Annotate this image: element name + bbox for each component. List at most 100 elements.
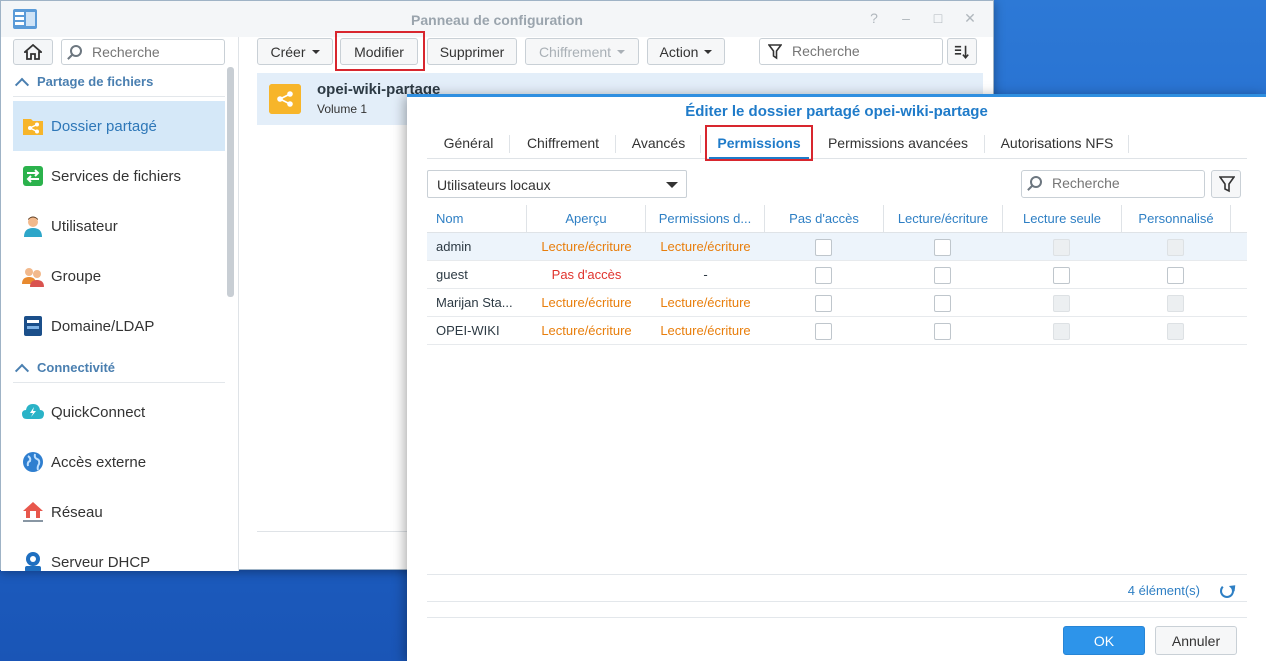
caret-down-icon [617, 49, 626, 54]
create-label: Créer [270, 43, 306, 60]
divider [427, 574, 1247, 575]
table-row[interactable]: OPEI-WIKI Lecture/écriture Lecture/écrit… [427, 317, 1247, 345]
cell-group-permission: Lecture/écriture [660, 239, 751, 254]
column-header-custom[interactable]: Personnalisé [1122, 205, 1231, 233]
checkbox-read-only[interactable] [1053, 323, 1070, 340]
sidebar-item-user[interactable]: Utilisateur [13, 201, 225, 251]
help-icon[interactable]: ? [867, 10, 881, 27]
checkbox-custom[interactable] [1167, 295, 1184, 312]
section-file-sharing[interactable]: Partage de fichiers [13, 67, 225, 97]
table-row[interactable]: admin Lecture/écriture Lecture/écriture [427, 233, 1247, 261]
user-icon [24, 216, 42, 237]
table-header: Nom Aperçu Permissions d... Pas d'accès … [427, 205, 1247, 233]
tab-encryption[interactable]: Chiffrement [510, 127, 616, 159]
cell-name: guest [436, 267, 468, 282]
sidebar-item-group[interactable]: Groupe [13, 251, 225, 301]
close-icon[interactable]: ✕ [963, 10, 977, 27]
column-header-read-write[interactable]: Lecture/écriture [884, 205, 1003, 233]
sidebar-search-input[interactable] [90, 43, 210, 61]
chevron-up-icon [14, 77, 30, 92]
sidebar-item-quickconnect[interactable]: QuickConnect [13, 387, 225, 437]
tab-nfs-permissions[interactable]: Autorisations NFS [985, 127, 1129, 159]
sidebar-scrollbar[interactable] [227, 67, 234, 297]
column-header-read-only[interactable]: Lecture seule [1003, 205, 1122, 233]
filter-button[interactable] [1211, 170, 1241, 198]
delete-label: Supprimer [439, 43, 505, 60]
domain-ldap-icon [24, 316, 42, 336]
user-scope-value: Utilisateurs locaux [437, 177, 551, 193]
sidebar-item-label: Utilisateur [51, 217, 118, 235]
tab-advanced-permissions[interactable]: Permissions avancées [811, 127, 985, 159]
window-title: Panneau de configuration [411, 12, 583, 28]
checkbox-read-write[interactable] [934, 267, 951, 284]
sidebar-item-file-services[interactable]: Services de fichiers [13, 151, 225, 201]
item-count: 4 élément(s) [1127, 583, 1200, 598]
checkbox-read-write[interactable] [934, 239, 951, 256]
create-button[interactable]: Créer [257, 38, 333, 65]
checkbox-custom[interactable] [1167, 267, 1184, 284]
home-button[interactable] [13, 39, 53, 65]
filter-icon [1219, 176, 1235, 193]
cell-preview: Lecture/écriture [541, 295, 632, 310]
divider [427, 617, 1247, 618]
cell-group-permission: - [703, 267, 708, 282]
checkbox-read-write[interactable] [934, 323, 951, 340]
checkbox-no-access[interactable] [815, 239, 832, 256]
action-label: Action [659, 43, 699, 60]
sidebar-item-domain-ldap[interactable]: Domaine/LDAP [13, 301, 225, 351]
column-header-no-access[interactable]: Pas d'accès [765, 205, 884, 233]
delete-button[interactable]: Supprimer [427, 38, 517, 65]
action-button[interactable]: Action [647, 38, 725, 65]
checkbox-read-only[interactable] [1053, 267, 1070, 284]
share-search-input[interactable] [790, 42, 910, 60]
sidebar-item-external-access[interactable]: Accès externe [13, 437, 225, 487]
divider [427, 601, 1247, 602]
cell-name: Marijan Sta... [436, 295, 513, 310]
section-connectivity[interactable]: Connectivité [13, 353, 225, 383]
sidebar-item-network[interactable]: Réseau [13, 487, 225, 537]
checkbox-no-access[interactable] [815, 323, 832, 340]
table-row[interactable]: Marijan Sta... Lecture/écriture Lecture/… [427, 289, 1247, 317]
checkbox-no-access[interactable] [815, 295, 832, 312]
group-icon [22, 268, 44, 287]
checkbox-no-access[interactable] [815, 267, 832, 284]
title-bar: Panneau de configuration ? – □ ✕ [1, 1, 993, 37]
share-search[interactable] [759, 38, 943, 65]
column-header-name[interactable]: Nom [427, 205, 527, 233]
checkbox-read-only[interactable] [1053, 239, 1070, 256]
caret-down-icon [704, 49, 713, 54]
sidebar-item-label: Serveur DHCP [51, 553, 151, 571]
maximize-icon[interactable]: □ [931, 10, 945, 27]
edit-shared-folder-dialog: Éditer le dossier partagé opei-wiki-part… [407, 94, 1266, 661]
search-icon [1030, 176, 1042, 188]
checkbox-read-write[interactable] [934, 295, 951, 312]
section-label: Partage de fichiers [37, 74, 154, 89]
column-header-group-permissions[interactable]: Permissions d... [646, 205, 765, 233]
refresh-icon[interactable] [1220, 584, 1234, 598]
encryption-label: Chiffrement [538, 43, 612, 60]
column-header-preview[interactable]: Aperçu [527, 205, 646, 233]
ok-button[interactable]: OK [1063, 626, 1145, 655]
minimize-icon[interactable]: – [899, 10, 913, 27]
tab-advanced[interactable]: Avancés [616, 127, 701, 159]
sidebar-item-dhcp-server[interactable]: Serveur DHCP [13, 537, 225, 571]
sort-button[interactable] [947, 38, 977, 65]
sidebar-search[interactable] [61, 39, 225, 65]
dropdown-arrow-icon [666, 182, 678, 188]
search-icon [70, 45, 82, 57]
shared-folder-icon [269, 84, 301, 114]
checkbox-custom[interactable] [1167, 323, 1184, 340]
permission-search[interactable] [1021, 170, 1205, 198]
checkbox-read-only[interactable] [1053, 295, 1070, 312]
tab-general[interactable]: Général [427, 127, 510, 159]
table-row[interactable]: guest Pas d'accès - [427, 261, 1247, 289]
sidebar-item-label: QuickConnect [51, 403, 146, 421]
cell-group-permission: Lecture/écriture [660, 295, 751, 310]
permission-search-input[interactable] [1050, 174, 1170, 192]
encryption-button[interactable]: Chiffrement [525, 38, 639, 65]
cancel-button[interactable]: Annuler [1155, 626, 1237, 655]
user-scope-select[interactable]: Utilisateurs locaux [427, 170, 687, 198]
highlight-box-modify [335, 31, 425, 71]
sidebar-item-shared-folder[interactable]: Dossier partagé [13, 101, 225, 151]
checkbox-custom[interactable] [1167, 239, 1184, 256]
